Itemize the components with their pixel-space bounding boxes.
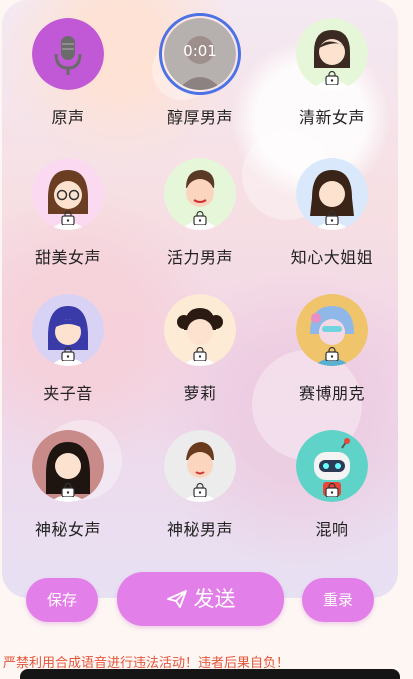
voice-option-mysterious-female[interactable]: 神秘女声 [2,412,134,542]
mic-icon [32,18,104,90]
lock-icon [61,483,75,497]
voice-option-sweet-female[interactable]: 甜美女声 [2,140,134,270]
rerecord-button[interactable]: 重录 [302,578,374,622]
voice-option-clip-voice[interactable]: 夹子音 [2,276,134,406]
voice-label: 赛博朋克 [298,384,365,403]
voice-label: 混响 [315,520,349,539]
lock-icon [325,71,339,85]
lock-icon [325,483,339,497]
voice-label: 甜美女声 [34,248,101,267]
lock-icon [193,347,207,361]
voice-label: 知心大姐姐 [290,248,374,267]
playback-timer: 0:01 [183,42,217,60]
voice-option-big-sister[interactable]: 知心大姐姐 [266,140,398,270]
voice-option-mysterious-male[interactable]: 神秘男声 [134,412,266,542]
voice-option-deep-male[interactable]: 0:01 醇厚男声 [134,0,266,130]
voice-label: 醇厚男声 [166,108,233,127]
voice-label: 原声 [51,108,85,127]
voice-label: 夹子音 [43,384,93,403]
lock-icon [193,483,207,497]
voice-option-fresh-female[interactable]: 清新女声 [266,0,398,130]
send-icon [166,590,187,608]
lock-icon [193,211,207,225]
send-label: 发送 [193,587,236,611]
voice-label: 神秘男声 [166,520,233,539]
voice-label: 清新女声 [298,108,365,127]
voice-label: 神秘女声 [34,520,101,539]
voice-option-cyberpunk[interactable]: 赛博朋克 [266,276,398,406]
voice-label: 活力男声 [166,248,233,267]
voice-option-loli[interactable]: 萝莉 [134,276,266,406]
save-button[interactable]: 保存 [26,578,98,622]
bottom-bar [20,669,400,679]
voice-option-energetic-male[interactable]: 活力男声 [134,140,266,270]
voice-panel: 原声 0:01 醇厚男声 清新女声 甜美女声 活力男声 知心大姐姐 夹子音 萝莉… [2,0,398,598]
send-button[interactable]: 发送 [117,572,284,626]
lock-icon [61,347,75,361]
lock-icon [325,347,339,361]
lock-icon [325,211,339,225]
lock-icon [61,211,75,225]
voice-option-reverb[interactable]: 混响 [266,412,398,542]
voice-option-original[interactable]: 原声 [2,0,134,130]
voice-label: 萝莉 [183,384,217,403]
